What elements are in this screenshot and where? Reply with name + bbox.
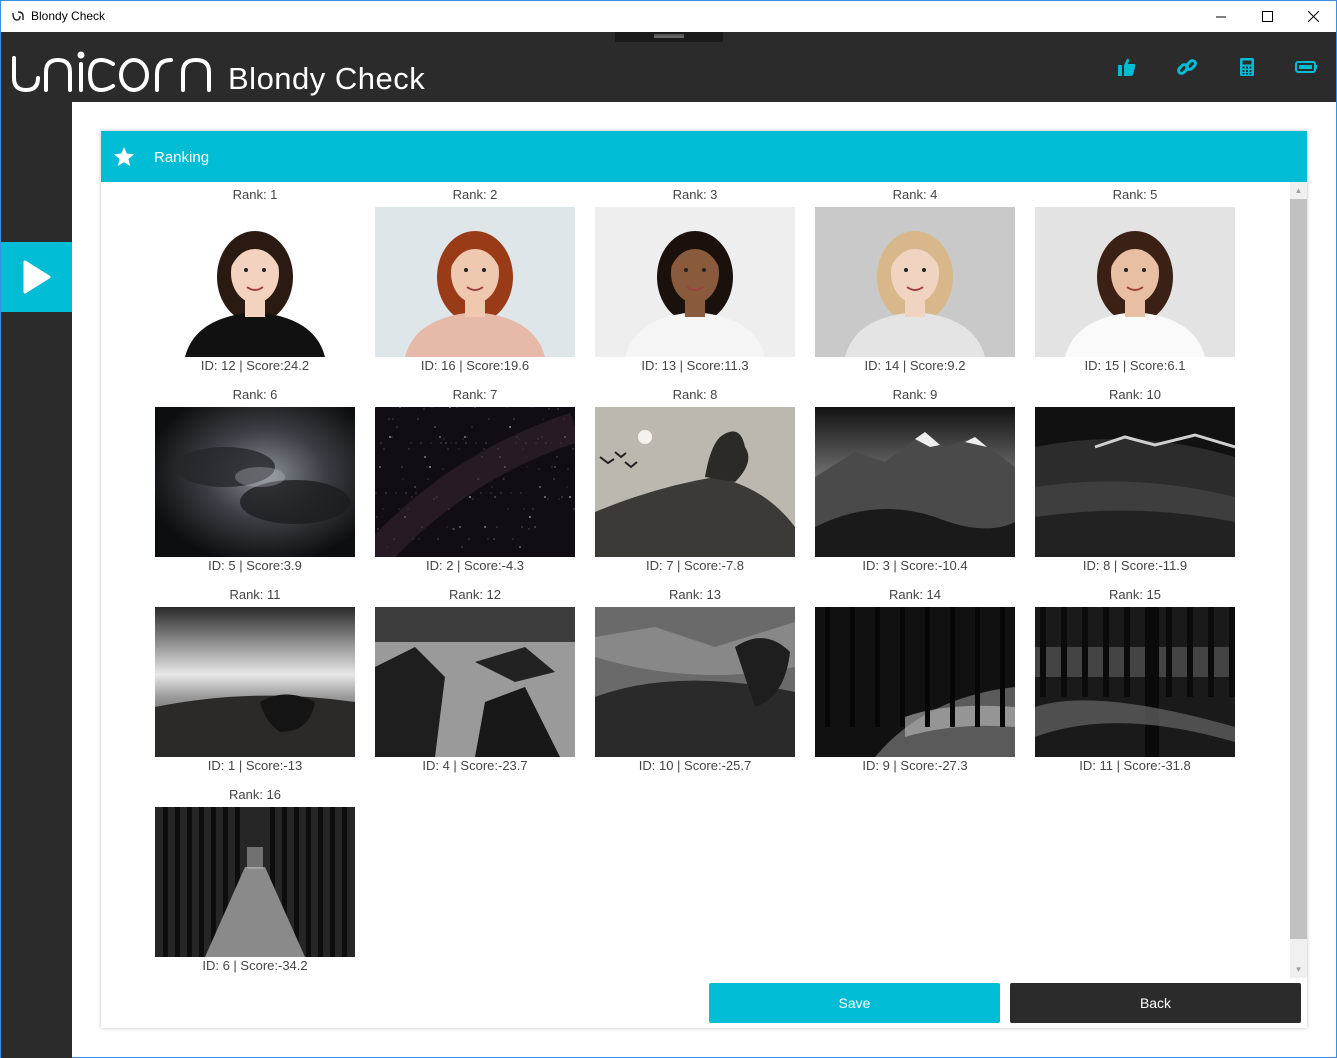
rank-label: Rank: 3 [672, 187, 718, 202]
panel-header: Ranking [101, 131, 1307, 182]
thumbs-up-icon[interactable] [1116, 56, 1138, 78]
ranking-card[interactable]: Rank: 13 ID: 10 | Score:-25.7 [595, 582, 795, 782]
title-bar: Blondy Check [1, 1, 1336, 32]
rank-label: Rank: 1 [232, 187, 278, 202]
id-score-label: ID: 4 | Score:-23.7 [422, 758, 528, 773]
id-score-label: ID: 7 | Score:-7.8 [645, 558, 745, 573]
ranking-image[interactable] [1035, 607, 1235, 757]
save-button[interactable]: Save [709, 983, 1000, 1023]
ranking-panel: Ranking Rank: 1 ID: 12 | Score:24.2 Rank: … [101, 131, 1307, 1028]
app-logo-icon [12, 11, 24, 21]
ranking-image[interactable] [815, 407, 1015, 557]
ranking-card[interactable]: Rank: 8 ID: 7 | Score:-7.8 [595, 382, 795, 582]
ranking-image[interactable] [815, 207, 1015, 357]
drag-handle[interactable] [615, 32, 723, 42]
id-score-label: ID: 8 | Score:-11.9 [1082, 558, 1188, 573]
ranking-image[interactable] [595, 207, 795, 357]
rank-label: Rank: 16 [228, 787, 282, 802]
minimize-button[interactable] [1198, 1, 1244, 32]
ranking-card[interactable]: Rank: 14 ID: 9 | Score:-27.3 [815, 582, 1015, 782]
rank-label: Rank: 6 [232, 387, 278, 402]
back-button[interactable]: Back [1010, 983, 1301, 1023]
ranking-card[interactable]: Rank: 2 ID: 16 | Score:19.6 [375, 182, 575, 382]
ranking-card[interactable]: Rank: 1 ID: 12 | Score:24.2 [155, 182, 355, 382]
ranking-image[interactable] [595, 607, 795, 757]
ranking-card[interactable]: Rank: 4 ID: 14 | Score:9.2 [815, 182, 1015, 382]
ranking-image[interactable] [595, 407, 795, 557]
maximize-icon [1261, 11, 1273, 22]
rank-label: Rank: 4 [892, 187, 938, 202]
id-score-label: ID: 16 | Score:19.6 [420, 358, 530, 373]
close-button[interactable] [1290, 1, 1336, 32]
rank-label: Rank: 13 [668, 587, 722, 602]
unicorn-logo [12, 51, 211, 93]
ranking-image[interactable] [1035, 407, 1235, 557]
rank-label: Rank: 15 [1108, 587, 1162, 602]
id-score-label: ID: 1 | Score:-13 [207, 758, 303, 773]
maximize-button[interactable] [1244, 1, 1290, 32]
ranking-card[interactable]: Rank: 7 ID: 2 | Score:-4.3 [375, 382, 575, 582]
ranking-image[interactable] [155, 207, 355, 357]
rank-label: Rank: 12 [448, 587, 502, 602]
ranking-card[interactable]: Rank: 12 ID: 4 | Score:-23.7 [375, 582, 575, 782]
id-score-label: ID: 9 | Score:-27.3 [862, 758, 968, 773]
rank-label: Rank: 11 [229, 587, 281, 602]
panel-title: Ranking [154, 149, 210, 166]
ranking-image[interactable] [155, 807, 355, 957]
calculator-icon[interactable] [1236, 56, 1258, 78]
play-icon [23, 260, 50, 294]
minimize-icon [1216, 16, 1226, 17]
vertical-scrollbar[interactable]: ▲ ▼ [1290, 182, 1307, 978]
id-score-label: ID: 2 | Score:-4.3 [425, 558, 525, 573]
window-title: Blondy Check [31, 9, 106, 23]
id-score-label: ID: 14 | Score:9.2 [864, 358, 966, 373]
rank-label: Rank: 8 [672, 387, 718, 402]
id-score-label: ID: 13 | Score:11.3 [641, 358, 749, 373]
scroll-up-icon[interactable]: ▲ [1290, 182, 1307, 199]
star-icon [114, 147, 134, 166]
ranking-card[interactable]: Rank: 16 ID: 6 | Score:-34.2 [155, 782, 355, 982]
rank-label: Rank: 2 [452, 187, 498, 202]
ranking-image[interactable] [1035, 207, 1235, 357]
app-header: Blondy Check [1, 32, 1336, 102]
app-name: Blondy Check [228, 61, 426, 96]
ranking-image[interactable] [375, 407, 575, 557]
id-score-label: ID: 3 | Score:-10.4 [862, 558, 968, 573]
scrollbar-thumb[interactable] [1290, 199, 1307, 939]
ranking-image[interactable] [815, 607, 1015, 757]
play-button[interactable] [1, 242, 72, 312]
ranking-card[interactable]: Rank: 5 ID: 15 | Score:6.1 [1035, 182, 1235, 382]
id-score-label: ID: 12 | Score:24.2 [200, 358, 310, 373]
id-score-label: ID: 5 | Score:3.9 [208, 558, 302, 573]
left-sidebar [1, 102, 72, 1058]
ranking-image[interactable] [155, 607, 355, 757]
id-score-label: ID: 15 | Score:6.1 [1084, 358, 1186, 373]
id-score-label: ID: 11 | Score:-31.8 [1079, 758, 1191, 773]
ranking-image[interactable] [375, 207, 575, 357]
ranking-card[interactable]: Rank: 3 ID: 13 | Score:11.3 [595, 182, 795, 382]
rank-label: Rank: 7 [452, 387, 498, 402]
ranking-card[interactable]: Rank: 10 ID: 8 | Score:-11.9 [1035, 382, 1235, 582]
rank-label: Rank: 9 [892, 387, 938, 402]
link-icon[interactable] [1176, 56, 1198, 78]
ranking-card[interactable]: Rank: 11 ID: 1 | Score:-13 [155, 582, 355, 782]
id-score-label: ID: 6 | Score:-34.2 [202, 958, 308, 973]
close-icon [1307, 11, 1319, 22]
ranking-card[interactable]: Rank: 6 ID: 5 | Score:3.9 [155, 382, 355, 582]
ranking-card[interactable]: Rank: 15 ID: 11 | Score:-31.8 [1035, 582, 1235, 782]
scroll-down-icon[interactable]: ▼ [1290, 961, 1307, 978]
ranking-image[interactable] [155, 407, 355, 557]
rank-label: Rank: 14 [888, 587, 942, 602]
rank-label: Rank: 10 [1108, 387, 1162, 402]
id-score-label: ID: 10 | Score:-25.7 [638, 758, 752, 773]
ranking-image[interactable] [375, 607, 575, 757]
rank-label: Rank: 5 [1112, 187, 1158, 202]
ranking-card[interactable]: Rank: 9 ID: 3 | Score:-10.4 [815, 382, 1015, 582]
battery-icon[interactable] [1295, 56, 1317, 78]
app-window: Blondy Check Blondy Check Ranking Rank: … [0, 0, 1337, 1058]
ranking-grid: Rank: 1 ID: 12 | Score:24.2 Rank: 2 ID: 16 … [155, 182, 1285, 977]
